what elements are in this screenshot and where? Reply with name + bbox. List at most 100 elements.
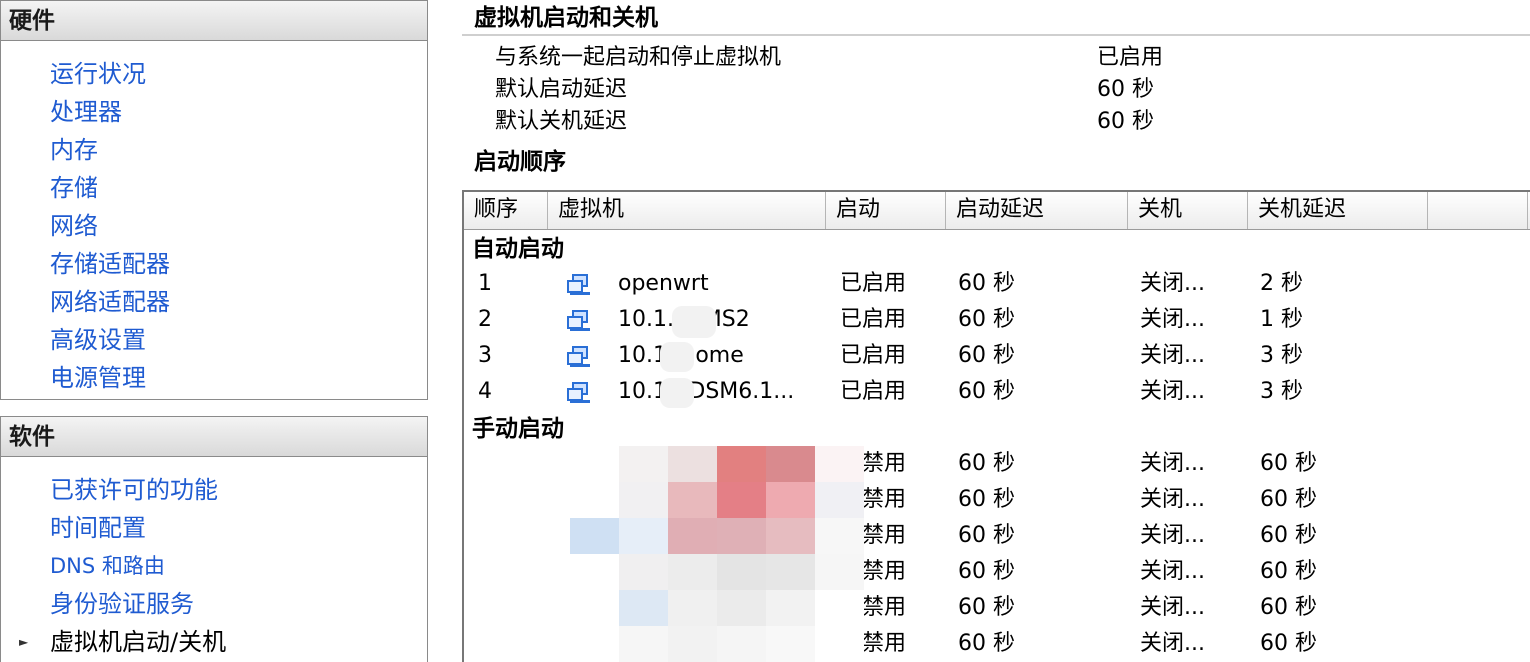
cell-startup-delay: 60 秒	[958, 379, 1015, 404]
pixel-cell	[815, 518, 864, 554]
pixel-cell	[570, 518, 619, 554]
hardware-nav: 运行状况 处理器 内存 存储 网络 存储适配器 网络适配器 高级设置 电源管理	[1, 41, 427, 397]
cell-shutdown-delay: 1 秒	[1260, 307, 1303, 332]
pixel-cell	[619, 482, 668, 518]
column-header-vm[interactable]: 虚拟机	[548, 192, 826, 229]
group-header-manual: 手动启动	[472, 416, 564, 442]
cell-shutdown-delay: 2 秒	[1260, 271, 1303, 296]
cell-startup-delay: 60 秒	[958, 559, 1015, 584]
cell-shutdown-delay: 60 秒	[1260, 595, 1317, 620]
section-title-startup-order: 启动顺序	[474, 149, 566, 175]
pixel-cell	[619, 518, 668, 554]
cell-startup: 已启用	[840, 271, 907, 296]
cell-shutdown-delay: 3 秒	[1260, 379, 1303, 404]
cell-startup-delay: 60 秒	[958, 271, 1015, 296]
pixel-cell	[815, 482, 864, 518]
pixel-cell	[619, 590, 668, 626]
property-row: 与系统一起启动和停止虚拟机 已启用	[462, 42, 1530, 74]
cell-order: 4	[478, 379, 492, 404]
pixel-cell	[766, 554, 815, 590]
property-row: 默认关机延迟 60 秒	[462, 106, 1530, 138]
nav-item-network-adapters[interactable]: 网络适配器	[1, 283, 427, 321]
pixel-cell	[570, 482, 619, 518]
property-label: 默认关机延迟	[495, 109, 628, 134]
nav-item-power-management[interactable]: 电源管理	[1, 359, 427, 397]
software-nav: 已获许可的功能 时间配置 DNS 和路由 身份验证服务 ► 虚拟机启动/关机	[1, 457, 427, 661]
pixel-cell	[815, 446, 864, 482]
pixel-cell	[717, 482, 766, 518]
pixel-cell	[570, 590, 619, 626]
cell-shutdown-delay: 60 秒	[1260, 559, 1317, 584]
nav-item-advanced-settings[interactable]: 高级设置	[1, 321, 427, 359]
table-row[interactable]: 4 10.1 ./DSM6.1... 已启用 60 秒 关闭... 3 秒	[464, 374, 1530, 410]
pixel-cell	[668, 554, 717, 590]
divider	[462, 34, 1530, 36]
cell-startup-delay: 60 秒	[958, 595, 1015, 620]
column-header-startup-delay[interactable]: 启动延迟	[946, 192, 1128, 229]
pixel-cell	[717, 554, 766, 590]
auto-start-rows: 1openwrt已启用60 秒关闭...2 秒210.1. /KMS2已启用60…	[464, 266, 1530, 410]
cell-shutdown: 关闭...	[1140, 343, 1205, 368]
pixel-cell	[570, 554, 619, 590]
pixel-cell	[717, 590, 766, 626]
redaction-blur	[660, 378, 694, 408]
cell-vm-name: 10.1 ./DSM6.1...	[618, 379, 795, 404]
nav-item-networking[interactable]: 网络	[1, 207, 427, 245]
table-row[interactable]: 1 openwrt 已启用 60 秒 关闭... 2 秒	[464, 266, 1530, 302]
cell-startup: 已启用	[840, 307, 907, 332]
cell-shutdown-delay: 60 秒	[1260, 523, 1317, 548]
cell-order: 2	[478, 307, 492, 332]
cell-shutdown: 关闭...	[1140, 307, 1205, 332]
pixel-cell	[668, 482, 717, 518]
pixel-cell	[717, 446, 766, 482]
pixel-cell	[815, 626, 864, 662]
nav-item-processors[interactable]: 处理器	[1, 93, 427, 131]
pixel-cell	[668, 590, 717, 626]
pixel-cell	[570, 626, 619, 662]
nav-item-vm-startup-shutdown[interactable]: ► 虚拟机启动/关机	[1, 623, 427, 661]
nav-item-authentication-services[interactable]: 身份验证服务	[1, 585, 427, 623]
nav-item-time-configuration[interactable]: 时间配置	[1, 509, 427, 547]
property-value: 60 秒	[1097, 77, 1154, 102]
pixel-cell	[668, 626, 717, 662]
pixel-cell	[619, 446, 668, 482]
pixel-cell	[766, 626, 815, 662]
cell-shutdown: 关闭...	[1140, 271, 1205, 296]
column-header-order[interactable]: 顺序	[464, 192, 548, 229]
nav-item-storage-adapters[interactable]: 存储适配器	[1, 245, 427, 283]
nav-item-memory[interactable]: 内存	[1, 131, 427, 169]
nav-item-storage[interactable]: 存储	[1, 169, 427, 207]
redaction-pixelation	[552, 446, 864, 662]
property-label: 默认启动延迟	[495, 77, 628, 102]
pixel-cell	[717, 518, 766, 554]
pixel-cell	[668, 518, 717, 554]
column-header-shutdown-delay[interactable]: 关机延迟	[1248, 192, 1428, 229]
pixel-cell	[815, 554, 864, 590]
cell-shutdown-delay: 60 秒	[1260, 487, 1317, 512]
pixel-cell	[766, 446, 815, 482]
table-row[interactable]: 3 10.1 /home 已启用 60 秒关闭... 3 秒	[464, 338, 1530, 374]
group-header-auto: 自动启动	[472, 236, 564, 262]
pixel-cell	[668, 446, 717, 482]
cell-startup-delay: 60 秒	[958, 631, 1015, 656]
pixel-cell	[766, 482, 815, 518]
property-value: 60 秒	[1097, 109, 1154, 134]
table-row[interactable]: 210.1. /KMS2已启用60 秒关闭...1 秒	[464, 302, 1530, 338]
column-header-startup[interactable]: 启动	[826, 192, 946, 229]
nav-item-label: 虚拟机启动/关机	[50, 628, 227, 656]
nav-item-dns-routing[interactable]: DNS 和路由	[1, 547, 427, 585]
software-header: 软件	[1, 417, 427, 457]
cell-startup: 已启用	[840, 343, 907, 368]
cell-order: 3	[478, 343, 492, 368]
nav-item-health[interactable]: 运行状况	[1, 55, 427, 93]
cell-order: 1	[478, 271, 492, 296]
column-header-shutdown[interactable]: 关机	[1128, 192, 1248, 229]
nav-item-licensed-features[interactable]: 已获许可的功能	[1, 471, 427, 509]
pixel-cell	[815, 590, 864, 626]
triangle-right-icon: ►	[19, 635, 29, 649]
cell-shutdown: 关闭...	[1140, 595, 1205, 620]
cell-startup-delay: 60 秒	[958, 307, 1015, 332]
cell-shutdown-delay: 3 秒	[1260, 343, 1303, 368]
pixel-cell	[717, 626, 766, 662]
cell-startup-delay: 60 秒	[958, 523, 1015, 548]
